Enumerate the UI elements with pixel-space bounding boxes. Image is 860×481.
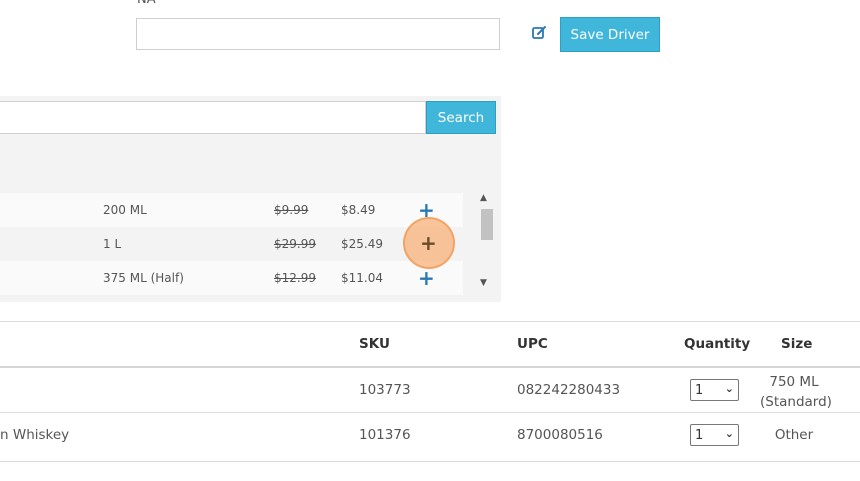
driver-input[interactable] bbox=[136, 18, 500, 50]
add-icon[interactable]: + bbox=[418, 266, 435, 290]
results-scrollbar[interactable] bbox=[479, 193, 495, 291]
quantity-value: 1 bbox=[695, 427, 704, 443]
result-old-price: $12.99 bbox=[274, 271, 316, 285]
search-button[interactable]: Search bbox=[426, 101, 496, 134]
list-item: 1 L $29.99 $25.49 bbox=[0, 227, 463, 261]
row-sku: 101376 bbox=[359, 427, 411, 443]
row-size-line1: 750 ML bbox=[769, 374, 819, 390]
quantity-value: 1 bbox=[695, 382, 704, 398]
scroll-up-icon[interactable]: ▲ bbox=[480, 193, 487, 203]
driver-label: NA bbox=[137, 0, 156, 7]
result-new-price: $8.49 bbox=[341, 203, 376, 217]
chevron-down-icon: ⌄ bbox=[724, 427, 734, 440]
row-upc: 082242280433 bbox=[517, 382, 621, 398]
result-size: 1 L bbox=[103, 237, 122, 251]
row-size-line2: (Standard) bbox=[760, 394, 832, 410]
row-sku: 103773 bbox=[359, 382, 411, 398]
row-size: Other bbox=[774, 427, 814, 443]
result-old-price: $29.99 bbox=[274, 237, 316, 251]
chevron-down-icon: ⌄ bbox=[724, 382, 734, 395]
header-quantity: Quantity bbox=[684, 336, 751, 352]
quantity-select[interactable]: 1 ⌄ bbox=[690, 379, 739, 401]
quantity-select[interactable]: 1 ⌄ bbox=[690, 424, 739, 446]
result-old-price: $9.99 bbox=[274, 203, 309, 217]
header-upc: UPC bbox=[517, 336, 548, 352]
edit-icon[interactable] bbox=[531, 25, 547, 41]
scroll-down-icon[interactable]: ▼ bbox=[480, 278, 487, 288]
header-size: Size bbox=[781, 336, 813, 352]
row-upc: 8700080516 bbox=[517, 427, 603, 443]
header-sku: SKU bbox=[359, 336, 390, 352]
search-results-list: 200 ML $9.99 $8.49 + 1 L $29.99 $25.49 3… bbox=[0, 193, 463, 295]
result-new-price: $25.49 bbox=[341, 237, 383, 251]
save-driver-button[interactable]: Save Driver bbox=[560, 17, 660, 52]
scroll-thumb[interactable] bbox=[481, 209, 493, 240]
result-new-price: $11.04 bbox=[341, 271, 383, 285]
row-size: 750 ML (Standard) bbox=[760, 372, 832, 412]
search-input[interactable] bbox=[0, 101, 426, 134]
list-item: 375 ML (Half) $12.99 $11.04 + bbox=[0, 261, 463, 295]
result-size: 375 ML (Half) bbox=[103, 271, 184, 285]
row-name: n Whiskey bbox=[0, 427, 70, 443]
result-size: 200 ML bbox=[103, 203, 147, 217]
list-item: 200 ML $9.99 $8.49 + bbox=[0, 193, 463, 227]
add-icon[interactable]: + bbox=[420, 231, 437, 255]
